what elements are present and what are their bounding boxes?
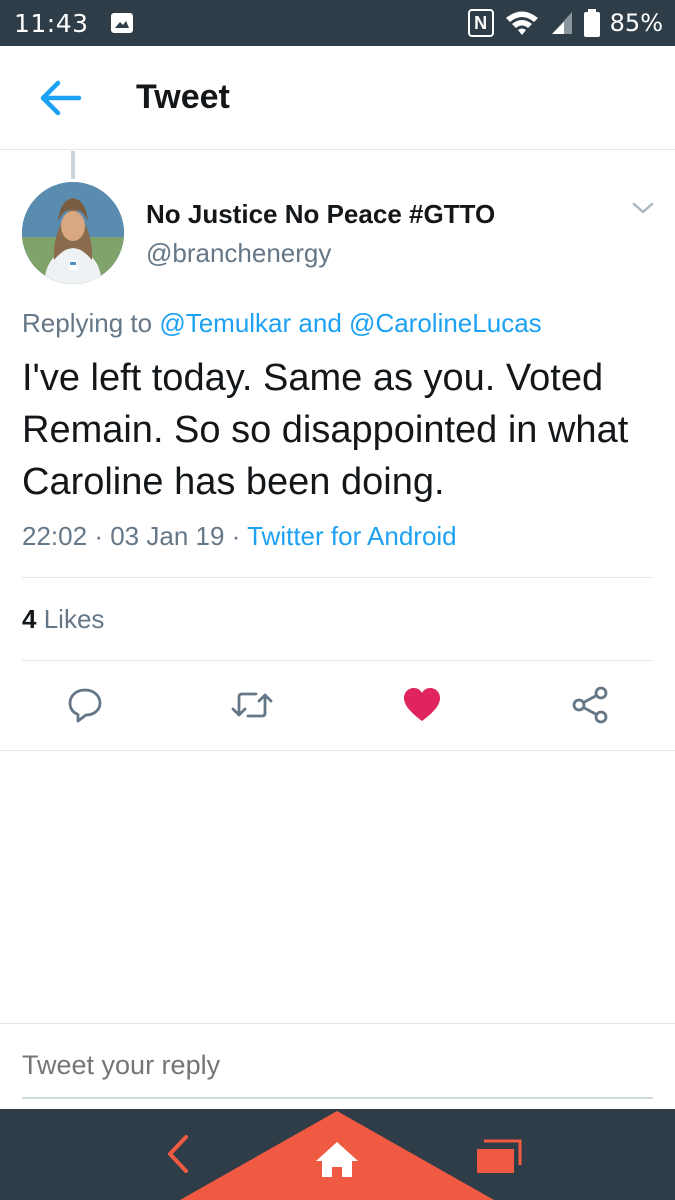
tweet-time: 22:02: [22, 521, 88, 551]
wifi-icon: [505, 11, 538, 35]
like-button[interactable]: [400, 683, 444, 727]
likes-label: Likes: [43, 604, 105, 634]
tweet-meta: 22:02 · 03 Jan 19 · Twitter for Android: [22, 521, 457, 552]
app-header: Tweet: [0, 46, 675, 150]
reply-input[interactable]: [22, 1050, 653, 1081]
meta-separator: ·: [94, 521, 103, 551]
back-button[interactable]: [0, 46, 120, 150]
author-handle[interactable]: @branchenergy: [146, 238, 331, 269]
meta-separator: ·: [231, 521, 241, 551]
retweet-button[interactable]: [230, 683, 274, 727]
likes-count: 4: [22, 604, 37, 634]
signal-icon: [551, 12, 572, 34]
arrow-left-icon: [40, 80, 82, 115]
battery-percent: 85%: [609, 9, 663, 37]
share-icon: [572, 686, 608, 724]
mention-temulkar[interactable]: @Temulkar: [159, 308, 291, 338]
recents-icon: [477, 1139, 522, 1173]
chevron-down-icon: [632, 202, 654, 214]
image-icon: [110, 13, 133, 33]
replying-to: Replying to @Temulkar and @CarolineLucas: [22, 308, 542, 339]
thread-line: [71, 151, 75, 179]
status-bar: 11:43 N 85%: [0, 0, 675, 46]
reply-underline: [22, 1097, 653, 1099]
tweet-text: I've left today. Same as you. Voted Rema…: [22, 357, 629, 503]
share-button[interactable]: [568, 683, 612, 727]
status-time: 11:43: [14, 8, 89, 38]
page-title: Tweet: [136, 78, 230, 116]
reply-icon: [68, 688, 102, 723]
tweet-date: 03 Jan 19: [110, 521, 225, 551]
avatar[interactable]: [22, 182, 124, 284]
nfc-icon: N: [467, 9, 494, 37]
nav-bar: [0, 1109, 675, 1200]
replying-prefix: Replying to: [22, 308, 153, 338]
tweet-source-link[interactable]: Twitter for Android: [247, 521, 457, 551]
retweet-icon: [231, 692, 273, 718]
divider: [22, 660, 653, 661]
author-name[interactable]: No Justice No Peace #GTTO: [146, 199, 495, 230]
recents-nav-button[interactable]: [472, 1135, 526, 1179]
mention-and[interactable]: and: [298, 308, 341, 338]
home-icon: [316, 1142, 358, 1177]
mention-carolinelucas[interactable]: @CarolineLucas: [349, 308, 542, 338]
divider: [22, 577, 653, 578]
tweet-menu-button[interactable]: [628, 196, 658, 220]
heart-icon: [404, 688, 440, 721]
likes-row[interactable]: 4 Likes: [22, 604, 104, 635]
home-nav-button[interactable]: [180, 1109, 495, 1200]
status-icons: N 85%: [467, 9, 663, 37]
reply-button[interactable]: [63, 683, 107, 727]
divider: [0, 750, 675, 751]
battery-icon: [583, 9, 600, 37]
